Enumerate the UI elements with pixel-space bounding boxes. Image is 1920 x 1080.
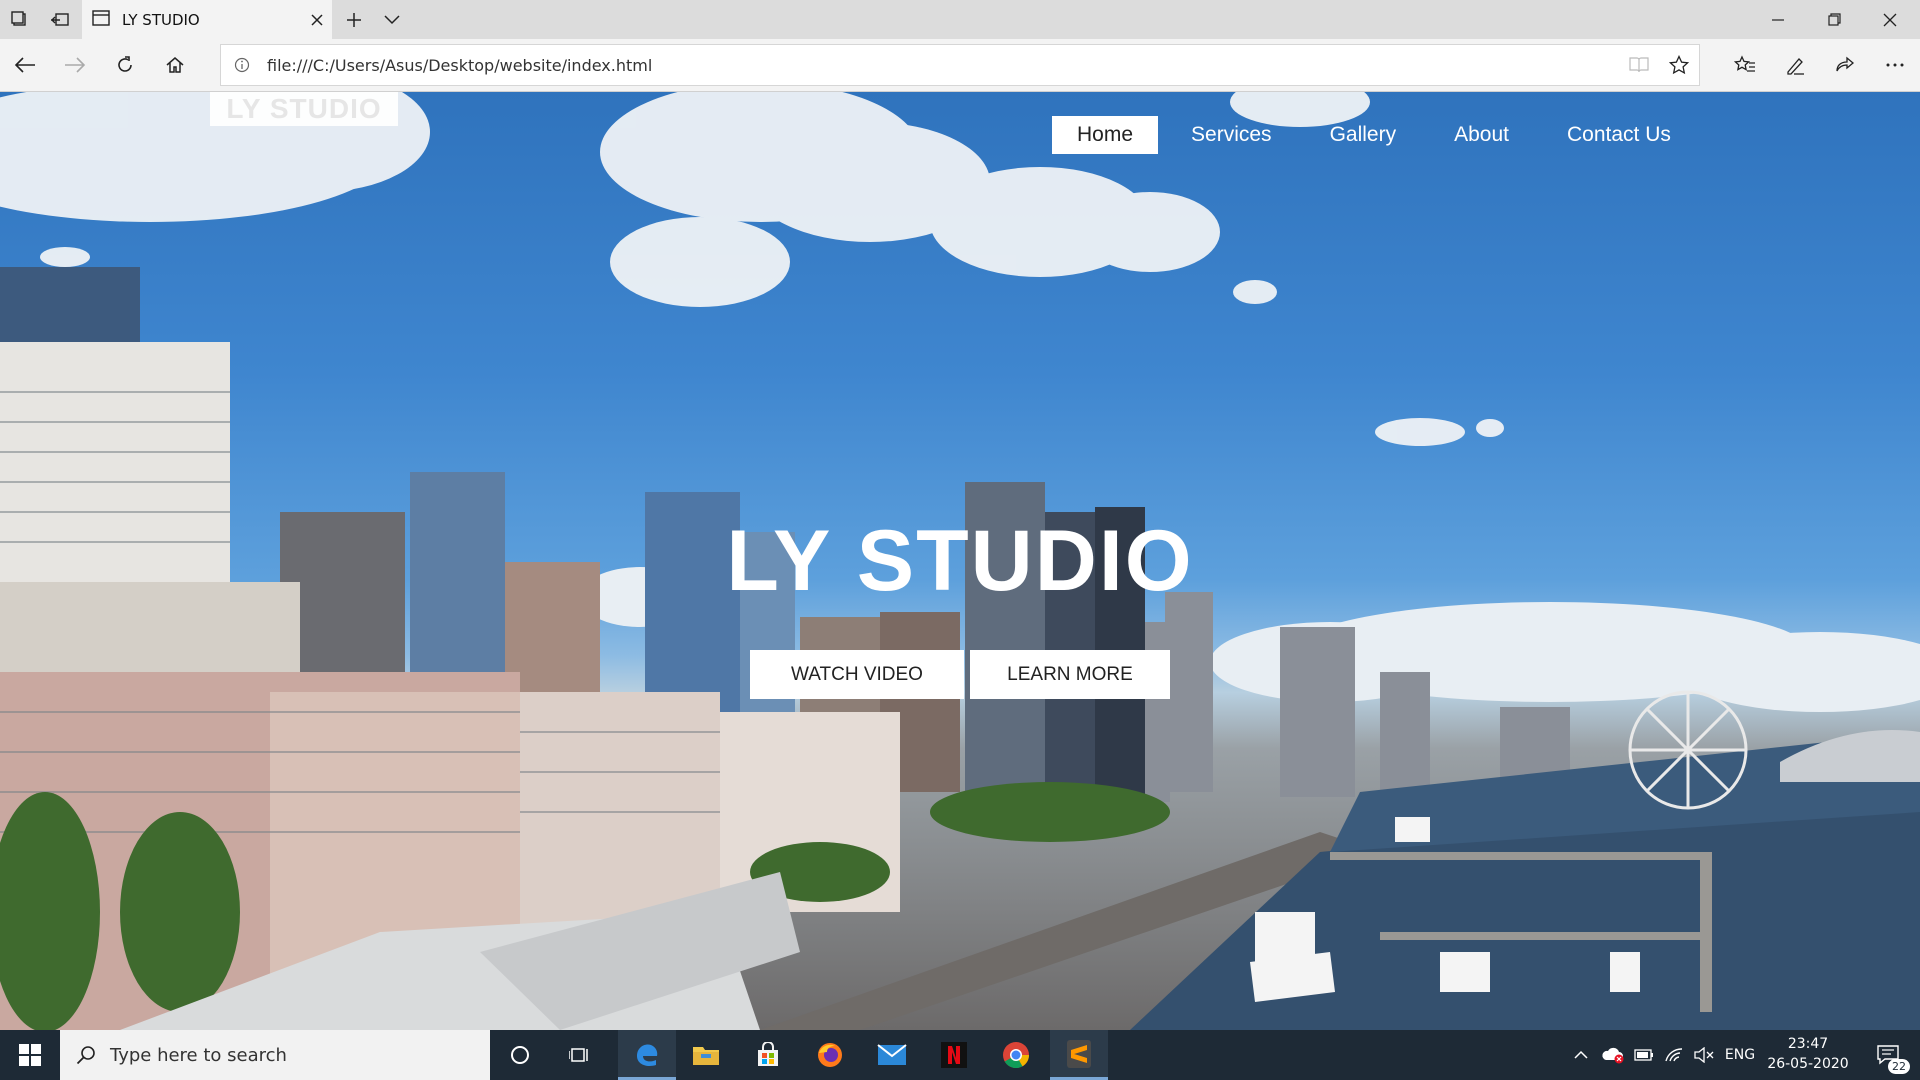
- wifi-icon[interactable]: [1660, 1030, 1688, 1080]
- tab-ly-studio[interactable]: LY STUDIO: [82, 0, 332, 40]
- clock-time: 23:47: [1787, 1036, 1829, 1052]
- firefox-icon[interactable]: [802, 1030, 858, 1080]
- web-note-pen-icon[interactable]: [1772, 43, 1818, 87]
- netflix-icon[interactable]: [926, 1030, 982, 1080]
- favorites-hub-icon[interactable]: [1722, 43, 1768, 87]
- learn-more-button[interactable]: LEARN MORE: [970, 650, 1170, 699]
- hero-title: LY STUDIO: [726, 513, 1194, 609]
- set-tabs-aside-icon[interactable]: [40, 0, 80, 39]
- nav-contact-us[interactable]: Contact Us: [1542, 116, 1696, 154]
- close-tab-icon[interactable]: [302, 5, 332, 35]
- notification-center-icon[interactable]: 22: [1864, 1030, 1914, 1080]
- more-options-icon[interactable]: [1872, 43, 1918, 87]
- favorite-star-icon[interactable]: [1659, 45, 1699, 85]
- restore-icon[interactable]: [1806, 0, 1862, 39]
- browser-tab-bar: LY STUDIO: [0, 0, 1920, 40]
- tab-actions-icon[interactable]: [0, 0, 40, 39]
- tab-preview-chevron-icon[interactable]: [372, 0, 412, 39]
- nav-home[interactable]: Home: [1052, 116, 1159, 154]
- nav-about[interactable]: About: [1429, 116, 1534, 154]
- cortana-circle-icon[interactable]: [495, 1030, 545, 1080]
- chrome-icon[interactable]: [988, 1030, 1044, 1080]
- site-logo[interactable]: LY STUDIO: [210, 92, 398, 126]
- show-hidden-icons-chevron-icon[interactable]: [1568, 1030, 1594, 1080]
- sublime-text-icon[interactable]: [1050, 1030, 1108, 1080]
- system-clock[interactable]: 23:47 26-05-2020: [1760, 1034, 1856, 1074]
- new-tab-icon[interactable]: [334, 0, 374, 39]
- info-icon[interactable]: [221, 57, 263, 73]
- nav-gallery[interactable]: Gallery: [1305, 116, 1422, 154]
- battery-icon[interactable]: [1630, 1030, 1658, 1080]
- reading-view-icon[interactable]: [1619, 45, 1659, 85]
- onedrive-error-icon[interactable]: [1598, 1030, 1628, 1080]
- close-window-icon[interactable]: [1862, 0, 1918, 39]
- refresh-icon[interactable]: [102, 43, 148, 87]
- tab-title: LY STUDIO: [122, 11, 200, 29]
- address-bar[interactable]: file:///C:/Users/Asus/Desktop/website/in…: [220, 44, 1700, 86]
- minimize-icon[interactable]: [1750, 0, 1806, 39]
- notification-count-badge: 22: [1888, 1059, 1910, 1074]
- hero-buttons: WATCH VIDEO LEARN MORE: [750, 650, 1170, 699]
- windows-start-icon[interactable]: [0, 1030, 60, 1080]
- speaker-muted-icon[interactable]: [1690, 1030, 1718, 1080]
- mail-icon[interactable]: [864, 1030, 920, 1080]
- home-icon[interactable]: [152, 43, 198, 87]
- language-indicator[interactable]: ENG: [1722, 1030, 1758, 1080]
- clock-date: 26-05-2020: [1767, 1056, 1849, 1072]
- search-placeholder: Type here to search: [110, 1044, 287, 1066]
- nav-services[interactable]: Services: [1166, 116, 1297, 154]
- microsoft-store-icon[interactable]: [740, 1030, 796, 1080]
- edge-app-icon[interactable]: [618, 1030, 676, 1080]
- url-text[interactable]: file:///C:/Users/Asus/Desktop/website/in…: [263, 56, 1619, 75]
- back-arrow-icon[interactable]: [2, 43, 48, 87]
- taskbar-search-box[interactable]: Type here to search: [60, 1030, 490, 1080]
- site-nav-menu: Home Services Gallery About Contact Us: [1052, 116, 1704, 154]
- task-view-icon[interactable]: [555, 1030, 605, 1080]
- web-page-viewport: LY STUDIO Home Services Gallery About Co…: [0, 92, 1920, 1030]
- forward-arrow-icon[interactable]: [52, 43, 98, 87]
- search-icon: [76, 1045, 96, 1065]
- windows-taskbar: Type here to search ENG 23:47 26-05-2020…: [0, 1030, 1920, 1080]
- browser-toolbar: file:///C:/Users/Asus/Desktop/website/in…: [0, 39, 1920, 92]
- file-explorer-icon[interactable]: [678, 1030, 734, 1080]
- page-icon: [92, 10, 110, 30]
- share-icon[interactable]: [1822, 43, 1868, 87]
- watch-video-button[interactable]: WATCH VIDEO: [750, 650, 964, 699]
